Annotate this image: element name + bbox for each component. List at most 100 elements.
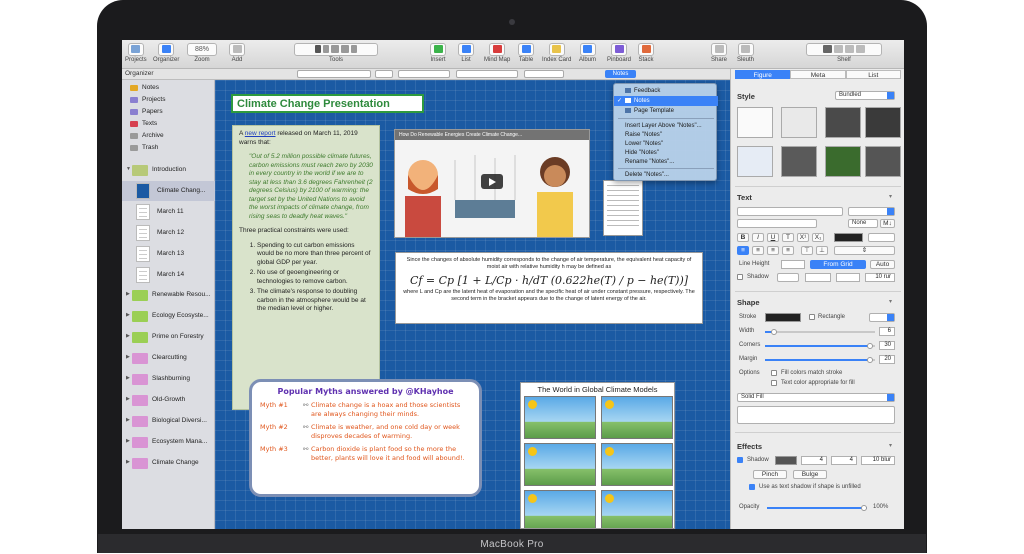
share-button[interactable]: Share [711,43,727,63]
font-select[interactable] [297,70,371,78]
valign-top-button[interactable]: ⊤ [801,246,813,255]
add-button[interactable]: Add [229,43,245,63]
align-right-button[interactable]: ≡ [767,246,779,255]
shadow-blur-field[interactable]: 10 blur [861,456,895,465]
chevron-down-icon[interactable]: ▾ [889,442,892,449]
margin-slider[interactable] [765,357,875,363]
fill-color-well[interactable] [737,406,895,424]
font-size-select[interactable] [848,207,895,216]
shadow-checkbox[interactable] [737,457,743,463]
line-height-field[interactable] [781,260,805,269]
style-preset-select[interactable]: Bundled [835,91,895,100]
highlight-color-well[interactable] [868,233,895,242]
font-size-field[interactable] [375,70,393,78]
shelf-group[interactable]: Shelf [806,43,882,63]
width-field[interactable]: 6 [879,327,895,336]
tab-figure[interactable]: Figure [735,70,791,79]
text-alignment-field[interactable] [737,219,817,228]
alignment-buttons[interactable] [456,70,518,78]
vertical-center-button[interactable]: ⇕ [834,246,895,255]
style-swatch[interactable] [737,107,773,138]
album-button[interactable]: Album [579,43,596,63]
video-embed[interactable]: How Do Renewable Energies Create Climate… [394,129,590,238]
sidebar-folder-old-growth[interactable]: ▶ Old-Growth [122,390,215,410]
sidebar-doc-march-14[interactable]: March 14 [122,265,215,285]
equation-card[interactable]: Since the changes of absolute humidity c… [395,252,703,324]
pinch-button[interactable]: Pinch [753,470,787,479]
auto-button[interactable]: Auto [870,260,895,269]
strikethrough-button[interactable]: T [782,233,794,242]
style-swatch[interactable] [825,107,861,138]
stroke-color-well[interactable] [765,313,801,322]
list-style-buttons[interactable] [524,70,564,78]
text-shadow-checkbox[interactable] [737,274,743,280]
sidebar-folder-introduction[interactable]: ▼ Introduction [122,160,215,180]
corners-field[interactable]: 30 [879,341,895,350]
link-icon[interactable]: ⚯ [303,423,311,441]
text-shadow-blur[interactable]: 10 rur [865,273,895,282]
style-swatch[interactable] [865,146,901,177]
shadow-color-well[interactable] [775,456,797,465]
shadow-y-field[interactable]: 4 [831,456,857,465]
myths-card[interactable]: Popular Myths answered by @KHayhoe Myth … [249,379,482,497]
sidebar-folder-ecology[interactable]: ▶ Ecology Ecosyste... [122,306,215,326]
stack-button[interactable]: Stack [638,43,654,63]
tools-group[interactable]: Tools [294,43,378,63]
tab-list[interactable]: List [845,70,901,79]
sidebar-doc-climate-change[interactable]: Climate Chang... [122,181,215,201]
sidebar-folder-biodiversity[interactable]: ▶ Biological Diversi... [122,411,215,431]
climate-models-image[interactable]: The World in Global Climate Models [520,382,675,529]
style-swatch[interactable] [865,107,901,138]
tab-meta[interactable]: Meta [790,70,846,79]
align-center-button[interactable]: ≡ [752,246,764,255]
stroke-pattern-select[interactable] [869,313,895,322]
index-card-button[interactable]: Index Card [542,43,571,63]
text-shadow-x[interactable] [805,273,831,282]
sidebar-folder-forestry[interactable]: ▶ Prime on Forestry [122,327,215,347]
style-swatch[interactable] [825,146,861,177]
report-note[interactable]: A new report released on March 11, 2019 … [232,125,380,410]
sleuth-button[interactable]: Sleuth [737,43,754,63]
play-icon[interactable] [481,174,503,189]
align-left-button[interactable]: ≡ [737,246,749,255]
justify-button[interactable]: ≡ [782,246,794,255]
link-icon[interactable]: ⚯ [303,401,311,419]
zoom-control[interactable]: 88% Zoom [187,43,217,63]
bulge-button[interactable]: Bulge [793,470,827,479]
bold-button[interactable]: B [737,233,749,242]
menu-item-page-template[interactable]: Page Template [614,106,718,116]
style-swatch[interactable] [737,146,773,177]
menu-item-delete[interactable]: Delete "Notes"... [614,170,718,180]
sidebar-doc-march-13[interactable]: March 13 [122,244,215,264]
chevron-down-icon[interactable]: ▾ [889,298,892,305]
stroke-type-checkbox[interactable] [809,314,815,320]
table-button[interactable]: Table [518,43,534,63]
italic-button[interactable]: I [752,233,764,242]
subscript-button[interactable]: X₁ [812,233,824,242]
text-shadow-y[interactable] [836,273,860,282]
pinboard-button[interactable]: Pinboard [607,43,631,63]
document-preview[interactable] [603,180,643,236]
text-color-well[interactable] [834,233,863,242]
list-button[interactable]: List [458,43,474,63]
sidebar-doc-march-11[interactable]: March 11 [122,202,215,222]
text-shadow-color[interactable] [777,273,799,282]
layer-popup-button[interactable]: Notes [605,70,636,78]
markdown-button[interactable]: M↓ [880,219,895,228]
font-family-select[interactable] [737,207,843,216]
superscript-button[interactable]: X¹ [797,233,809,242]
underline-button[interactable]: U [767,233,779,242]
sidebar-folder-renewable[interactable]: ▶ Renewable Resou... [122,285,215,305]
style-swatch[interactable] [781,146,817,177]
corners-slider[interactable] [765,343,875,349]
organizer-button[interactable]: Organizer [153,43,179,63]
menu-item-notes[interactable]: ✓ Notes [614,96,718,106]
insert-button[interactable]: Insert [430,43,446,63]
menu-item-feedback[interactable]: Feedback [614,86,718,96]
valign-middle-button[interactable]: ⊥ [816,246,828,255]
sidebar-folder-climate-change[interactable]: ▶ Climate Change [122,453,215,473]
sidebar-folder-ecosystem[interactable]: ▶ Ecosystem Mana... [122,432,215,452]
fill-match-checkbox[interactable] [771,370,777,376]
mind-map-button[interactable]: Mind Map [484,43,510,63]
sidebar-folder-slashburning[interactable]: ▶ Slashburning [122,369,215,389]
